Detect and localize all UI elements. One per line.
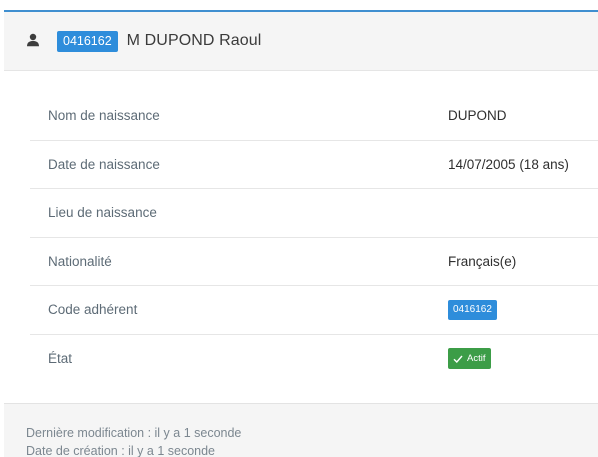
detail-label: Date de naissance: [48, 156, 160, 172]
detail-value: 0416162: [448, 299, 497, 320]
member-code-value-badge: 0416162: [448, 299, 497, 320]
detail-row-member-code: Code adhérent 0416162: [30, 286, 598, 335]
detail-label: Nationalité: [48, 253, 112, 269]
checkmark-icon: [453, 355, 467, 363]
detail-row-birth-name: Nom de naissance DUPOND: [30, 92, 598, 141]
detail-label: Code adhérent: [48, 302, 138, 318]
status-label: Actif: [467, 352, 486, 364]
card-footer: Dernière modification : il y a 1 seconde…: [4, 403, 598, 457]
member-card: 0416162 M DUPOND Raoul Nom de naissance …: [4, 10, 598, 457]
detail-row-nationality: Nationalité Français(e): [30, 238, 598, 286]
status-badge: Actif: [448, 348, 492, 370]
detail-row-birth-date: Date de naissance 14/07/2005 (18 ans): [30, 141, 598, 189]
detail-row-status: État Actif: [30, 335, 598, 384]
detail-value: DUPOND: [448, 108, 507, 124]
detail-label: Lieu de naissance: [48, 205, 157, 221]
detail-label: État: [48, 351, 73, 367]
person-icon: [26, 33, 40, 47]
detail-value: Actif: [448, 348, 492, 370]
member-name: M DUPOND Raoul: [126, 32, 262, 49]
member-details: Nom de naissance DUPOND Date de naissanc…: [30, 92, 598, 383]
last-modified-text: Dernière modification : il y a 1 seconde: [26, 426, 242, 440]
card-header: 0416162 M DUPOND Raoul: [4, 12, 598, 71]
detail-row-birth-place: Lieu de naissance: [30, 189, 598, 238]
detail-value: Français(e): [448, 253, 517, 269]
detail-value: 14/07/2005 (18 ans): [448, 156, 569, 172]
created-text: Date de création : il y a 1 seconde: [26, 444, 216, 457]
detail-label: Nom de naissance: [48, 108, 160, 124]
member-code-badge: 0416162: [57, 30, 118, 52]
